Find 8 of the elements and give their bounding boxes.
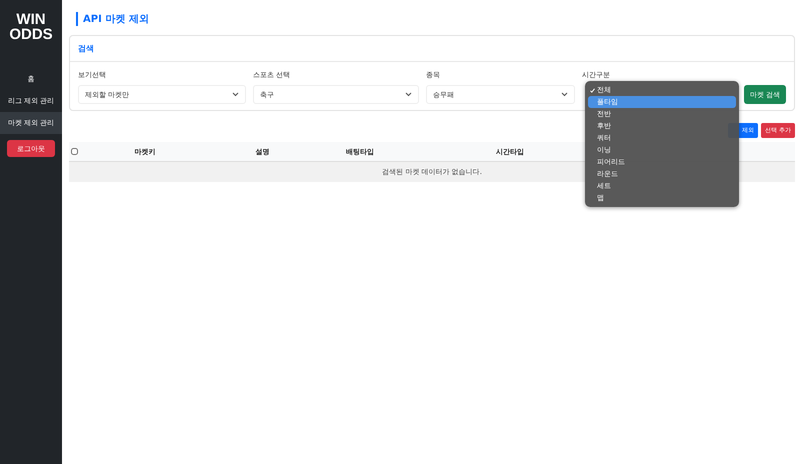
chevron-down-icon [232,92,239,97]
logo: WIN ODDS [9,12,53,42]
select-all-checkbox[interactable] [71,148,78,155]
chevron-down-icon [561,92,568,97]
checkmark-icon [590,88,595,92]
card-title: 검색 [70,36,794,62]
chevron-down-icon [405,92,412,97]
page-title: API 마켓 제외 [76,12,795,26]
